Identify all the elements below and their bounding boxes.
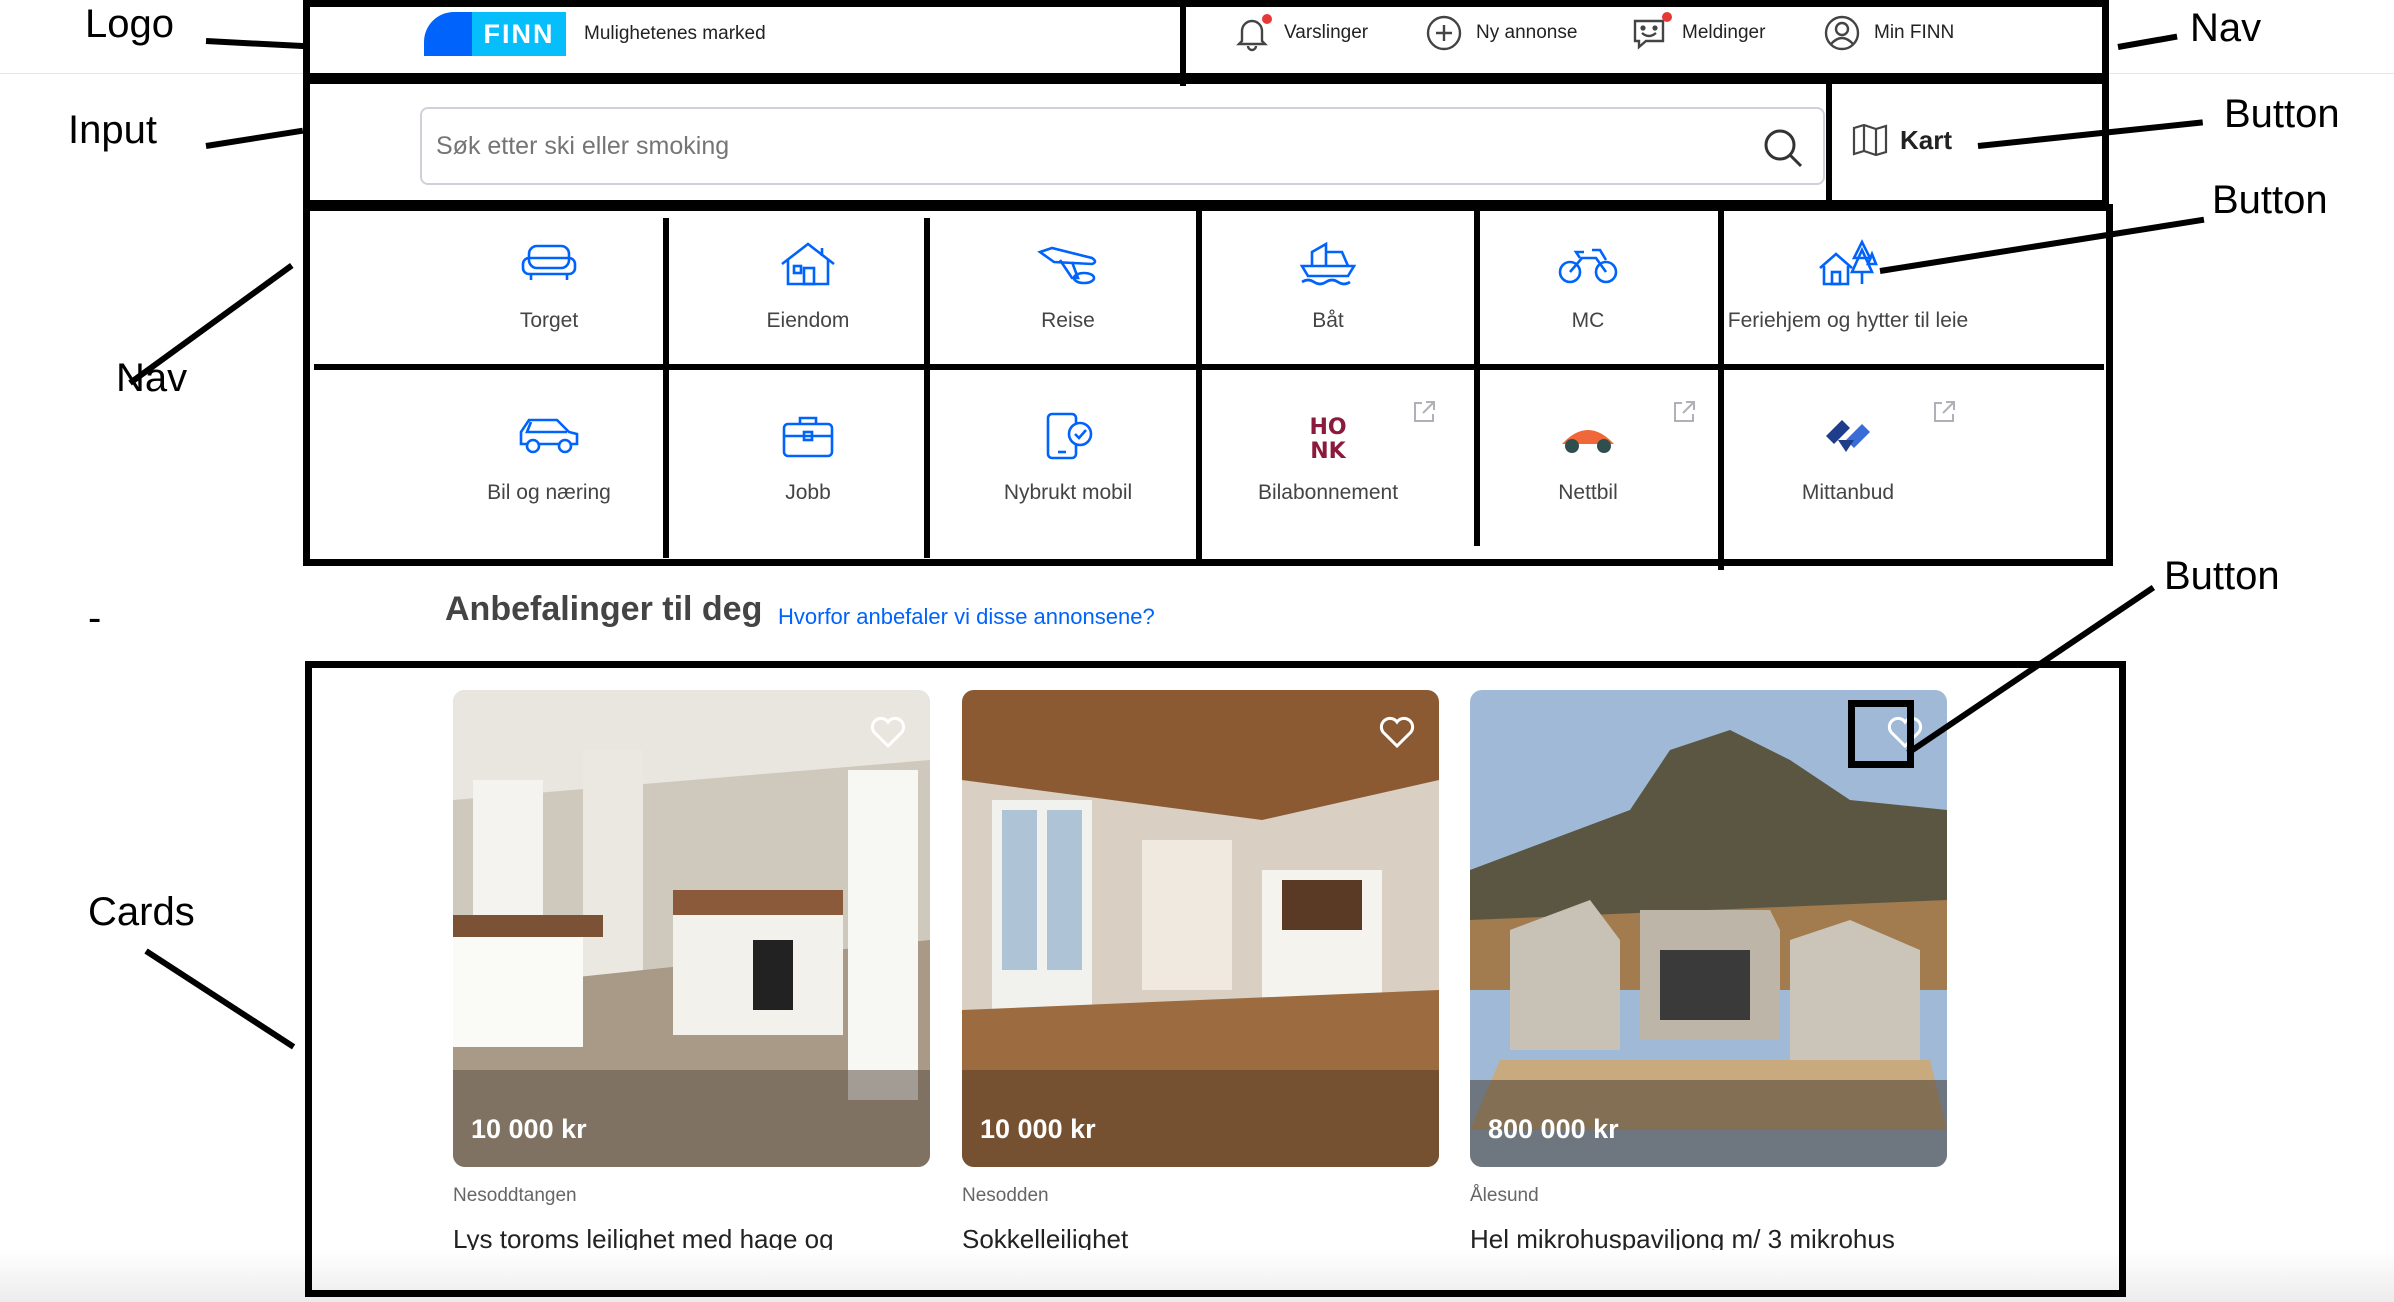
annotation-divider bbox=[1474, 210, 1480, 546]
annotation-divider bbox=[663, 218, 669, 558]
annotation-divider bbox=[924, 218, 930, 558]
annotation-box-heart bbox=[1848, 700, 1914, 768]
annotation-divider bbox=[314, 364, 2104, 370]
annotation-pointer bbox=[205, 38, 306, 50]
recommendations-title: Anbefalinger til deg bbox=[445, 590, 763, 628]
annotation-pointer bbox=[128, 263, 294, 386]
annotation-label: Input bbox=[68, 108, 157, 152]
annotation-divider bbox=[1196, 210, 1202, 560]
annotation-divider bbox=[1718, 210, 1724, 570]
annotation-box-header bbox=[303, 0, 2109, 80]
annotation-label: Button bbox=[2212, 178, 2328, 222]
annotation-divider bbox=[1826, 80, 1832, 206]
annotation-box-categories bbox=[303, 204, 2113, 566]
annotation-pointer bbox=[2117, 33, 2178, 50]
annotation-box-search bbox=[303, 77, 2109, 207]
why-recommendations-link[interactable]: Hvorfor anbefaler vi disse annonsene? bbox=[778, 604, 1155, 630]
annotation-label: Cards bbox=[88, 890, 195, 934]
annotation-pointer bbox=[144, 948, 296, 1050]
annotation-label: Button bbox=[2164, 554, 2280, 598]
annotation-label: Button bbox=[2224, 92, 2340, 136]
annotation-label: Logo bbox=[85, 2, 174, 46]
annotation-label: - bbox=[88, 596, 102, 640]
annotation-pointer bbox=[205, 127, 304, 149]
annotation-label: Nav bbox=[2190, 6, 2262, 50]
annotation-divider bbox=[1180, 0, 1186, 86]
